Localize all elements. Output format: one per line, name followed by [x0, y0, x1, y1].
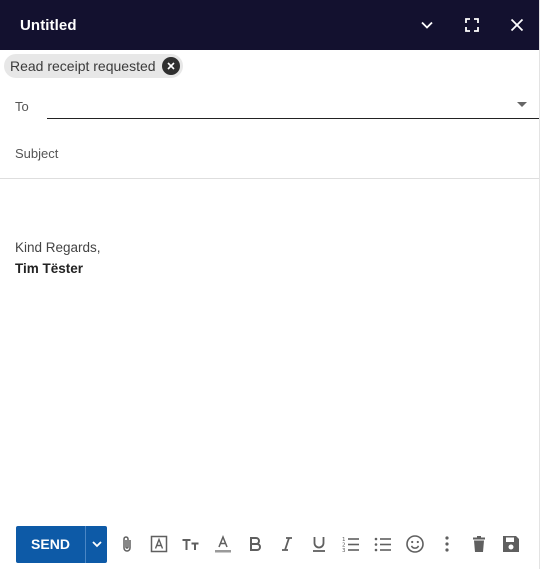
compose-window: Untitled Read receipt requested To Subje… — [0, 0, 540, 569]
attach-button[interactable] — [111, 528, 143, 560]
text-box-button[interactable] — [143, 528, 175, 560]
more-options-icon — [445, 536, 449, 552]
chevron-down-icon — [91, 541, 102, 548]
to-label: To — [15, 99, 29, 114]
italic-button[interactable] — [271, 528, 303, 560]
font-size-icon — [182, 539, 199, 550]
emoji-button[interactable] — [399, 528, 431, 560]
subject-input[interactable] — [15, 138, 529, 168]
delete-icon — [473, 536, 485, 552]
delete-button[interactable] — [463, 528, 495, 560]
underline-icon — [313, 537, 325, 552]
send-button[interactable]: SEND — [16, 525, 85, 563]
minimize-icon — [420, 21, 433, 29]
underline-button[interactable] — [303, 528, 335, 560]
read-receipt-chip: Read receipt requested — [4, 54, 183, 78]
bold-icon — [250, 537, 261, 551]
bulleted-list-button[interactable] — [367, 528, 399, 560]
bold-button[interactable] — [239, 528, 271, 560]
emoji-icon — [406, 535, 424, 553]
attach-icon — [123, 536, 131, 552]
send-options-button[interactable] — [85, 525, 107, 563]
compose-toolbar: SEND 1 2 3 — [0, 519, 539, 569]
fullscreen-button[interactable] — [449, 0, 494, 50]
close-icon — [510, 18, 523, 32]
remove-read-receipt-button[interactable] — [161, 57, 180, 75]
minimize-button[interactable] — [404, 0, 449, 50]
subject-row — [0, 128, 539, 179]
more-options-button[interactable] — [431, 528, 463, 560]
text-color-icon — [215, 534, 231, 553]
svg-text:3: 3 — [342, 548, 346, 554]
numbered-list-button[interactable]: 1 2 3 — [335, 528, 367, 560]
italic-icon — [282, 537, 292, 551]
send-button-group: SEND — [16, 525, 107, 563]
message-body[interactable]: Kind Regards, Tim Tëster — [0, 179, 539, 509]
compose-title: Untitled — [20, 16, 77, 34]
text-color-button[interactable] — [207, 528, 239, 560]
signature-greeting: Kind Regards, — [15, 240, 101, 255]
compose-titlebar: Untitled — [0, 0, 539, 50]
signature-name: Tim Tëster — [15, 261, 84, 276]
remove-circle-icon — [166, 62, 175, 70]
font-size-button[interactable] — [175, 528, 207, 560]
chip-row: Read receipt requested — [0, 50, 539, 82]
to-row: To — [0, 82, 539, 128]
recipients-dropdown-icon[interactable] — [517, 102, 527, 107]
chip-label: Read receipt requested — [10, 58, 156, 74]
to-input[interactable] — [47, 92, 539, 119]
close-button[interactable] — [494, 0, 539, 50]
save-draft-button[interactable] — [495, 528, 527, 560]
save-icon — [503, 536, 519, 552]
numbered-list-icon: 1 2 3 — [342, 537, 359, 554]
bulleted-list-icon — [374, 537, 391, 552]
fullscreen-icon — [464, 18, 479, 32]
text-box-icon — [150, 535, 168, 553]
